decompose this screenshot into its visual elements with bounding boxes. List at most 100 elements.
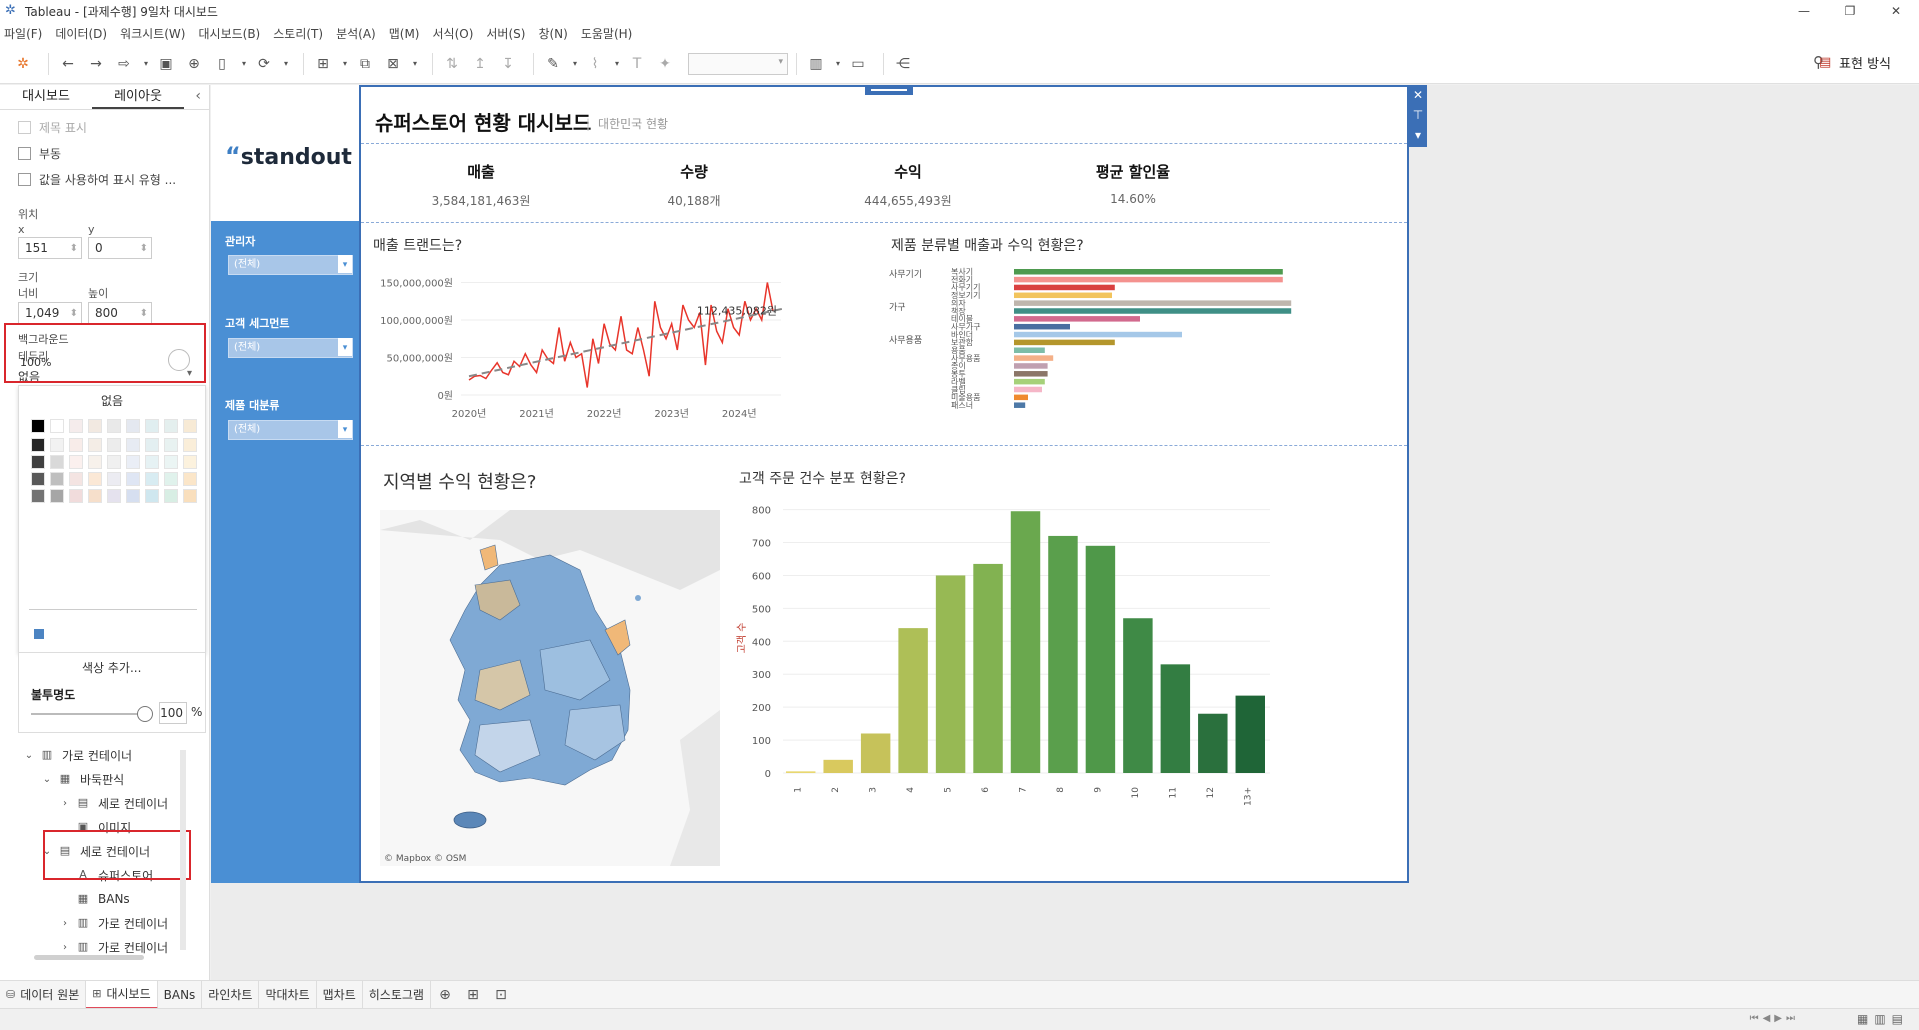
- color-swatch[interactable]: [69, 419, 83, 433]
- tree-node[interactable]: ⌄ ▥ 가로 컨테이너: [0, 743, 190, 767]
- refresh-dropdown-icon[interactable]: ▾: [281, 53, 291, 75]
- tree-expand-icon[interactable]: ›: [58, 942, 72, 953]
- tableau-logo-icon[interactable]: ✲: [12, 53, 34, 75]
- color-swatch[interactable]: [183, 489, 197, 503]
- color-swatch[interactable]: [107, 438, 121, 452]
- tree-expand-icon[interactable]: ⌄: [22, 750, 36, 761]
- color-swatch[interactable]: [50, 472, 64, 486]
- pause-updates-icon[interactable]: ▯: [211, 53, 233, 75]
- pause-dropdown-icon[interactable]: ▾: [239, 53, 249, 75]
- menu-file[interactable]: 파일(F): [4, 25, 42, 42]
- color-swatch[interactable]: [164, 472, 178, 486]
- color-swatch[interactable]: [31, 489, 45, 503]
- color-swatch[interactable]: [126, 438, 140, 452]
- color-swatch[interactable]: [88, 419, 102, 433]
- x-position-field[interactable]: 151: [18, 237, 82, 259]
- replace-data-dropdown-icon[interactable]: ▾: [141, 53, 151, 75]
- menu-worksheet[interactable]: 워크시트(W): [120, 25, 185, 42]
- color-swatch[interactable]: [107, 455, 121, 469]
- maximize-button[interactable]: ❐: [1827, 0, 1873, 22]
- show-cards-icon[interactable]: ▥: [805, 53, 827, 75]
- close-button[interactable]: ✕: [1873, 0, 1919, 22]
- background-color-swatch[interactable]: [168, 349, 190, 371]
- color-swatch[interactable]: [31, 455, 45, 469]
- show-cards-dropdown-icon[interactable]: ▾: [833, 53, 843, 75]
- swap-icon[interactable]: ⇅: [441, 53, 463, 75]
- color-swatch[interactable]: [69, 489, 83, 503]
- menu-map[interactable]: 맵(M): [389, 25, 420, 42]
- clear-sheet-icon[interactable]: ⊠: [382, 53, 404, 75]
- color-swatch[interactable]: [126, 419, 140, 433]
- new-datasource-icon[interactable]: ⊕: [183, 53, 205, 75]
- color-swatch[interactable]: [126, 472, 140, 486]
- menu-analysis[interactable]: 분석(A): [336, 25, 376, 42]
- color-swatch[interactable]: [183, 455, 197, 469]
- color-swatch[interactable]: [145, 455, 159, 469]
- duplicate-icon[interactable]: ⧉: [354, 53, 376, 75]
- color-swatch[interactable]: [50, 455, 64, 469]
- color-swatch[interactable]: [164, 489, 178, 503]
- close-container-icon[interactable]: ✕: [1409, 85, 1427, 105]
- color-swatch[interactable]: [69, 472, 83, 486]
- new-dashboard-tab-icon[interactable]: ⊞: [459, 987, 487, 1003]
- color-swatch[interactable]: [88, 438, 102, 452]
- move-container-icon[interactable]: ⊤: [1409, 105, 1427, 125]
- share-icon[interactable]: ⋲: [892, 53, 914, 75]
- color-swatch[interactable]: [69, 455, 83, 469]
- new-story-tab-icon[interactable]: ⊡: [487, 987, 515, 1003]
- floating-checkbox[interactable]: 부동: [18, 144, 209, 162]
- save-icon[interactable]: ▣: [155, 53, 177, 75]
- color-swatch[interactable]: [107, 489, 121, 503]
- color-swatch[interactable]: [164, 438, 178, 452]
- tab-layout[interactable]: 레이아웃: [92, 85, 184, 109]
- tree-node[interactable]: ▦ BANs: [0, 887, 190, 911]
- color-swatch[interactable]: [88, 472, 102, 486]
- filter-select-segment[interactable]: (전체): [228, 338, 353, 358]
- pin-axes-icon[interactable]: ✦: [654, 53, 676, 75]
- tree-horizontal-scrollbar[interactable]: [34, 955, 144, 960]
- redo-icon[interactable]: →: [85, 53, 107, 75]
- color-swatch[interactable]: [145, 438, 159, 452]
- color-swatch[interactable]: [126, 455, 140, 469]
- color-swatch[interactable]: [164, 455, 178, 469]
- y-position-field[interactable]: 0: [88, 237, 152, 259]
- color-swatch[interactable]: [145, 472, 159, 486]
- tab-dashboard-sheet[interactable]: ⊞ 대시보드: [86, 980, 158, 1009]
- color-swatch[interactable]: [164, 419, 178, 433]
- color-swatch[interactable]: [31, 419, 45, 433]
- collapse-panel-icon[interactable]: ‹: [195, 88, 201, 104]
- color-swatch[interactable]: [145, 489, 159, 503]
- height-field[interactable]: 800: [88, 302, 152, 324]
- sort-asc-icon[interactable]: ↥: [469, 53, 491, 75]
- tree-node[interactable]: › ▤ 세로 컨테이너: [0, 791, 190, 815]
- color-swatch[interactable]: [31, 472, 45, 486]
- refresh-icon[interactable]: ⟳: [253, 53, 275, 75]
- add-color-button[interactable]: 색상 추가...: [82, 659, 141, 676]
- tree-expand-icon[interactable]: ⌄: [40, 774, 54, 785]
- color-swatch[interactable]: [50, 489, 64, 503]
- color-swatch[interactable]: [31, 438, 45, 452]
- show-title-checkbox[interactable]: 제목 표시: [18, 118, 209, 136]
- tree-expand-icon[interactable]: ›: [58, 798, 72, 809]
- region-profit-map[interactable]: © Mapbox © OSM: [380, 510, 720, 866]
- tab-line-chart[interactable]: 라인차트: [202, 980, 260, 1009]
- custom-color-swatch[interactable]: [34, 629, 44, 639]
- new-worksheet-tab-icon[interactable]: ⊕: [431, 987, 459, 1003]
- tab-bans[interactable]: BANs: [158, 980, 203, 1009]
- minimize-button[interactable]: —: [1781, 0, 1827, 22]
- group-icon[interactable]: ⌇: [584, 53, 606, 75]
- color-swatch[interactable]: [88, 489, 102, 503]
- show-me-button[interactable]: ▤ 표현 방식: [1819, 53, 1891, 72]
- color-swatch[interactable]: [50, 419, 64, 433]
- opacity-input[interactable]: 100: [159, 702, 187, 724]
- highlight-dropdown-icon[interactable]: ▾: [570, 53, 580, 75]
- selected-vertical-container[interactable]: 슈퍼스토어 현황 대시보드 대한민국 현황 매출 3,584,181,463원 …: [359, 85, 1409, 883]
- color-swatch[interactable]: [107, 472, 121, 486]
- show-with-value-checkbox[interactable]: 값을 사용하여 표시 유형 ...: [18, 170, 209, 188]
- color-swatch[interactable]: [183, 419, 197, 433]
- menu-data[interactable]: 데이터(D): [55, 25, 107, 42]
- color-swatch[interactable]: [183, 472, 197, 486]
- sheet-nav-icons[interactable]: ⏮◀▶⏭: [1750, 1013, 1799, 1024]
- menu-format[interactable]: 서식(O): [433, 25, 474, 42]
- new-worksheet-dropdown-icon[interactable]: ▾: [340, 53, 350, 75]
